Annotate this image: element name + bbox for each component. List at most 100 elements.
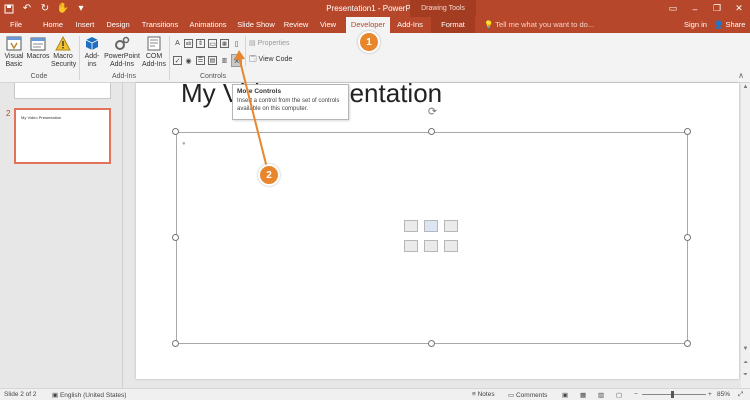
com-add-ins-icon: [147, 36, 161, 51]
visual-basic-button[interactable]: Visual Basic: [3, 35, 25, 69]
tab-insert[interactable]: Insert: [72, 17, 98, 33]
com-add-ins-button[interactable]: COM Add-Ins: [141, 35, 167, 69]
insert-table-icon[interactable]: [404, 220, 418, 232]
add-ins-button[interactable]: Add-ins: [82, 35, 102, 69]
scroll-down-icon[interactable]: ▼: [741, 345, 750, 354]
comments-label: Comments: [515, 392, 548, 399]
rotate-handle-icon[interactable]: ⟳: [427, 107, 438, 118]
macros-button[interactable]: Macros: [26, 35, 50, 61]
minimize-icon[interactable]: –: [684, 0, 706, 17]
insert-online-picture-icon[interactable]: [424, 240, 438, 252]
tab-add-ins[interactable]: Add-Ins: [393, 17, 427, 33]
command-button-icon[interactable]: ▭: [208, 39, 217, 48]
label-control-icon[interactable]: A: [173, 39, 182, 48]
slide-thumbnail-1[interactable]: [14, 83, 111, 99]
comments-button[interactable]: ▭ Comments: [508, 391, 547, 399]
vertical-scrollbar[interactable]: ▲ ▼ ⏶ ⏷: [741, 83, 750, 388]
sign-in-link[interactable]: Sign in: [684, 17, 707, 33]
notes-button[interactable]: ≡ Notes: [472, 391, 495, 398]
pane-divider[interactable]: [122, 83, 123, 388]
tell-me-box[interactable]: 💡 Tell me what you want to do...: [484, 17, 594, 33]
tab-transitions[interactable]: Transitions: [138, 17, 182, 33]
tab-slide-show[interactable]: Slide Show: [235, 17, 277, 33]
checkbox-control-icon[interactable]: ✓: [173, 56, 182, 65]
close-icon[interactable]: ✕: [728, 0, 750, 17]
customize-icon[interactable]: ▾: [72, 0, 90, 17]
tooltip-title: More Controls: [237, 88, 282, 95]
collapse-ribbon-icon[interactable]: ∧: [738, 71, 744, 80]
tab-review[interactable]: Review: [282, 17, 310, 33]
touch-mode-icon[interactable]: ✋: [54, 0, 72, 17]
zoom-slider[interactable]: [642, 394, 706, 395]
insert-picture-icon[interactable]: [404, 240, 418, 252]
ribbon-display-icon[interactable]: ▭: [662, 0, 684, 17]
undo-icon[interactable]: ↶: [18, 0, 36, 17]
redo-icon[interactable]: ↻: [36, 0, 54, 17]
scroll-up-icon[interactable]: ▲: [741, 83, 750, 92]
view-code-icon: 🗔: [249, 56, 257, 63]
visual-basic-label: Visual Basic: [4, 53, 24, 68]
next-slide-icon[interactable]: ⏷: [741, 371, 750, 380]
restore-icon[interactable]: ❐: [706, 0, 728, 17]
tab-format[interactable]: Format: [431, 17, 475, 33]
proofing-icon: ▣: [52, 392, 59, 399]
zoom-slider-thumb[interactable]: [671, 391, 674, 398]
previous-slide-icon[interactable]: ⏶: [741, 359, 750, 368]
zoom-level[interactable]: 85%: [717, 391, 730, 398]
add-ins-label: Add-ins: [84, 53, 100, 68]
language-indicator[interactable]: ▣ English (United States): [52, 391, 126, 399]
properties-button[interactable]: ▤ Properties: [249, 39, 289, 47]
resize-handle[interactable]: [684, 234, 691, 241]
insert-video-icon[interactable]: [444, 240, 458, 252]
save-icon[interactable]: [0, 0, 18, 17]
slide-show-icon[interactable]: ▢: [616, 391, 622, 399]
thumbnail-title: My Video Presentation: [21, 115, 62, 120]
image-control-icon[interactable]: ▦: [220, 39, 229, 48]
option-button-icon[interactable]: ◉: [184, 56, 193, 65]
toggle-button-icon[interactable]: ▥: [220, 56, 229, 65]
insert-chart-icon[interactable]: [424, 220, 438, 232]
macro-security-label: Macro Security: [51, 53, 77, 68]
notes-icon: ≡: [472, 391, 476, 398]
slide-thumbnail-pane: 2 My Video Presentation: [0, 83, 122, 388]
powerpoint-add-ins-button[interactable]: PowerPoint Add-Ins: [104, 35, 140, 69]
listbox-control-icon[interactable]: ☰: [196, 56, 205, 65]
tab-design[interactable]: Design: [104, 17, 132, 33]
spin-button-icon[interactable]: ⇕: [196, 39, 205, 48]
resize-handle[interactable]: [172, 340, 179, 347]
slide-thumbnail-2[interactable]: My Video Presentation: [14, 108, 111, 164]
visual-basic-icon: [6, 36, 22, 51]
zoom-in-icon[interactable]: +: [708, 391, 712, 398]
share-button[interactable]: 👤 Share: [714, 17, 745, 33]
macros-label: Macros: [26, 53, 50, 60]
insert-smartart-icon[interactable]: [444, 220, 458, 232]
tooltip-description: Insert a control from the set of control…: [237, 98, 340, 112]
resize-handle[interactable]: [172, 128, 179, 135]
reading-view-icon[interactable]: ▥: [598, 391, 604, 399]
macro-security-button[interactable]: Macro Security: [51, 35, 77, 69]
resize-handle[interactable]: [428, 340, 435, 347]
zoom-out-icon[interactable]: −: [634, 391, 638, 398]
drawing-tools-label: Drawing Tools: [410, 0, 476, 17]
comment-icon: ▭: [508, 392, 515, 399]
tab-animations[interactable]: Animations: [187, 17, 229, 33]
textbox-control-icon[interactable]: ab: [184, 39, 193, 48]
normal-view-icon[interactable]: ▣: [562, 391, 568, 399]
tab-home[interactable]: Home: [38, 17, 68, 33]
tab-file[interactable]: File: [4, 17, 28, 33]
more-controls-icon[interactable]: ⚒: [231, 54, 242, 67]
scrollbar-control-icon[interactable]: ▯: [232, 39, 241, 48]
resize-handle[interactable]: [428, 128, 435, 135]
resize-handle[interactable]: [684, 128, 691, 135]
slide-thumbnail-number: 2: [6, 109, 11, 118]
resize-handle[interactable]: [684, 340, 691, 347]
view-code-button[interactable]: 🗔 View Code: [249, 55, 292, 66]
resize-handle[interactable]: [172, 234, 179, 241]
content-placeholder[interactable]: [176, 132, 688, 344]
combobox-control-icon[interactable]: ▤: [208, 56, 217, 65]
slide-sorter-icon[interactable]: ▦: [580, 391, 586, 399]
fit-slide-icon[interactable]: ⤢: [738, 391, 743, 399]
tab-view[interactable]: View: [316, 17, 340, 33]
tell-me-text: Tell me what you want to do...: [495, 20, 595, 29]
slide-canvas[interactable]: My Video Presentation ⟳ ●: [136, 83, 739, 379]
